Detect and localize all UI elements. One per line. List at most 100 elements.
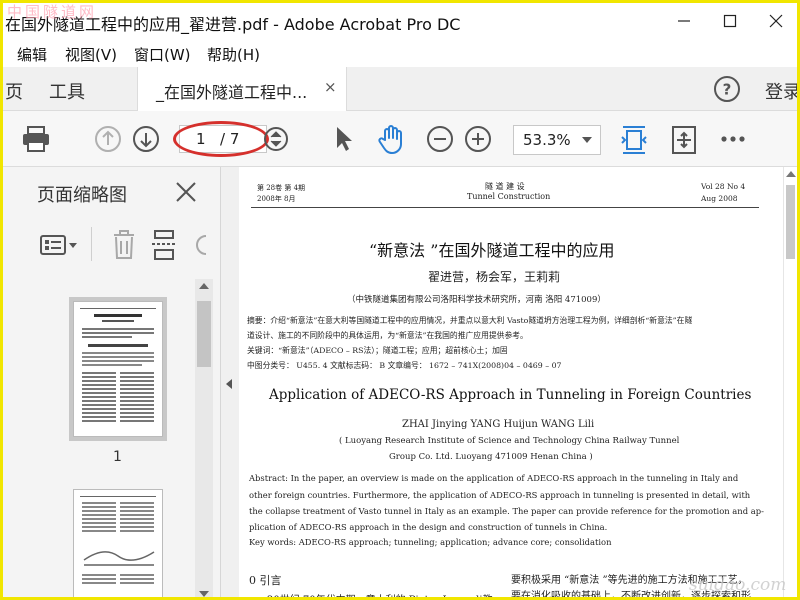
minimize-button[interactable] xyxy=(661,3,707,39)
zoom-out-icon xyxy=(427,126,453,152)
keywords-en: Key words: ADECO-RS approach; tunneling;… xyxy=(249,537,612,547)
title-bar: 在国外隧道工程中的应用_翟进营.pdf - Adobe Acrobat Pro … xyxy=(3,3,797,39)
minimize-icon xyxy=(678,20,690,22)
document-tab-label: _在国外隧道工程中... xyxy=(156,83,308,102)
menu-bar: 编辑 视图(V) 窗口(W) 帮助(H) xyxy=(3,39,797,67)
watermark-bottom-right: suidao.com xyxy=(689,575,787,595)
menu-help[interactable]: 帮助(H) xyxy=(207,44,260,65)
page-thumbnail-2[interactable] xyxy=(73,489,163,597)
menu-view[interactable]: 视图(V) xyxy=(65,44,117,65)
document-view[interactable]: 第 28卷 第 4期 2008年 8月 隧 道 建 设 Tunnel Const… xyxy=(239,167,797,597)
prev-page-button[interactable] xyxy=(93,124,123,154)
authors-en: ZHAI Jinying YANG Huijun WANG Lili xyxy=(402,419,595,430)
affiliation-cn: （中铁隧道集团有限公司洛阳科学技术研究所，河南 洛阳 471009） xyxy=(347,295,606,305)
panel-toolbar-divider xyxy=(91,227,92,261)
print-icon xyxy=(23,126,49,152)
svg-text:?: ? xyxy=(723,81,732,99)
journal-name-cn: 隧 道 建 设 xyxy=(485,182,525,191)
page-total: / 7 xyxy=(220,130,240,148)
thumbnail-options-button[interactable] xyxy=(39,231,79,259)
insert-page-button[interactable] xyxy=(149,229,179,261)
next-page-icon xyxy=(133,126,159,152)
rotate-page-button[interactable] xyxy=(667,122,701,158)
abstract-cn-line: 道设计、施工的不同阶段中的具体运用，为“新意法”在我国的推广应用提供参考。 xyxy=(247,331,528,340)
help-circle-icon[interactable]: ? xyxy=(713,75,741,103)
thumbnail-scrollbar[interactable] xyxy=(195,279,213,597)
next-page-button[interactable] xyxy=(131,124,161,154)
page-thumbnail-1[interactable] xyxy=(73,301,163,437)
delete-page-button[interactable] xyxy=(109,229,139,261)
header-date: 2008年 8月 xyxy=(257,195,296,203)
print-button[interactable] xyxy=(19,123,53,155)
header-vol-no: Vol 28 No 4 xyxy=(701,182,746,191)
zoom-select[interactable]: 53.3% xyxy=(513,125,601,155)
select-tool-button[interactable] xyxy=(329,123,359,155)
watermark-top-left: 中国隧道网 xyxy=(7,3,98,21)
rotate-page-icon xyxy=(672,126,696,154)
toolbar: 1 / 7 53.3% xyxy=(3,111,797,167)
page-thumbnails-panel: 页面缩略图 1 xyxy=(3,167,221,597)
rotate-icon xyxy=(196,235,207,255)
scroll-down-icon[interactable] xyxy=(199,591,209,597)
panel-toolbar xyxy=(3,223,221,267)
app-window: 在国外隧道工程中的应用_翟进营.pdf - Adobe Acrobat Pro … xyxy=(0,0,800,600)
prev-page-icon xyxy=(95,126,121,152)
tab-bar: 页 工具 _在国外隧道工程中... × ? 登录 xyxy=(3,67,797,111)
panel-title: 页面缩略图 xyxy=(37,185,127,206)
sign-in-link[interactable]: 登录 xyxy=(765,78,797,104)
authors-cn: 翟进营，杨会军，王莉莉 xyxy=(428,270,561,284)
keywords-cn: 关键词：“新意法”（ADECO – RS法）；隧道工程；应用；超前核心土；加固 xyxy=(247,346,508,355)
insert-page-icon xyxy=(152,230,176,260)
panel-collapse-strip[interactable] xyxy=(221,167,239,597)
paper-title-cn: “新意法 ”在国外隧道工程中的应用 xyxy=(369,241,615,260)
abstract-cn-line: 摘要：介绍“新意法”在意大利等国隧道工程中的应用情况，并重点以意大利 Vasto… xyxy=(247,316,693,325)
tab-document[interactable]: _在国外隧道工程中... × xyxy=(137,67,347,111)
zoom-in-button[interactable] xyxy=(463,124,493,154)
rotate-thumbnail-button[interactable] xyxy=(191,231,211,259)
zoom-value: 53.3% xyxy=(523,131,571,149)
abstract-en-line: the collapse treatment of Vasto tunnel i… xyxy=(249,506,764,516)
menu-edit[interactable]: 编辑 xyxy=(17,44,47,65)
page-number-box[interactable]: 1 / 7 xyxy=(179,125,267,153)
abstract-en-line: other foreign countries. Furthermore, th… xyxy=(249,490,751,500)
chevron-down-icon xyxy=(582,137,592,143)
maximize-icon xyxy=(723,14,737,28)
thumbnail-preview xyxy=(80,308,156,422)
close-icon xyxy=(769,14,783,28)
tab-close-icon[interactable]: × xyxy=(324,78,337,96)
document-scrollbar[interactable] xyxy=(783,167,797,597)
scrollbar-thumb[interactable] xyxy=(786,185,795,259)
section-heading: 0 引言 xyxy=(249,574,282,587)
fit-width-button[interactable] xyxy=(617,121,651,159)
more-options-button[interactable] xyxy=(717,125,749,153)
zoom-out-button[interactable] xyxy=(425,124,455,154)
thumbnail-preview xyxy=(80,496,156,584)
paper-title-en: Application of ADECO-RS Approach in Tunn… xyxy=(269,387,752,403)
scrollbar-thumb[interactable] xyxy=(197,301,211,367)
scroll-up-icon[interactable] xyxy=(786,171,796,177)
thumbnail-page-number: 1 xyxy=(113,449,122,465)
affiliation-en-line: Group Co. Ltd. Luoyang 471009 Henan Chin… xyxy=(389,452,593,462)
tab-home[interactable]: 页 xyxy=(5,78,23,104)
maximize-button[interactable] xyxy=(707,3,753,39)
header-month: Aug 2008 xyxy=(701,194,738,203)
menu-window[interactable]: 窗口(W) xyxy=(134,44,191,65)
tab-tools[interactable]: 工具 xyxy=(49,78,85,104)
scroll-up-icon[interactable] xyxy=(199,283,209,289)
hand-tool-icon xyxy=(378,125,402,154)
collapse-left-icon[interactable] xyxy=(226,379,232,389)
header-volume: 第 28卷 第 4期 xyxy=(257,184,306,192)
header-rule xyxy=(251,207,759,208)
journal-name-en: Tunnel Construction xyxy=(467,192,551,201)
classification-line: 中图分类号： U455. 4 文献标志码： B 文章编号： 1672 – 741… xyxy=(247,361,562,370)
thumbnail-list: 1 xyxy=(17,279,195,597)
page-stepper-button[interactable] xyxy=(261,124,291,154)
close-window-button[interactable] xyxy=(753,3,797,39)
hand-tool-button[interactable] xyxy=(373,121,411,157)
fit-width-icon xyxy=(621,126,647,154)
more-options-icon xyxy=(721,136,745,142)
abstract-en-line: Abstract: In the paper, an overview is m… xyxy=(249,473,739,483)
page-current-input[interactable]: 1 xyxy=(196,130,206,148)
close-panel-icon[interactable] xyxy=(175,181,197,203)
zoom-in-icon xyxy=(465,126,491,152)
